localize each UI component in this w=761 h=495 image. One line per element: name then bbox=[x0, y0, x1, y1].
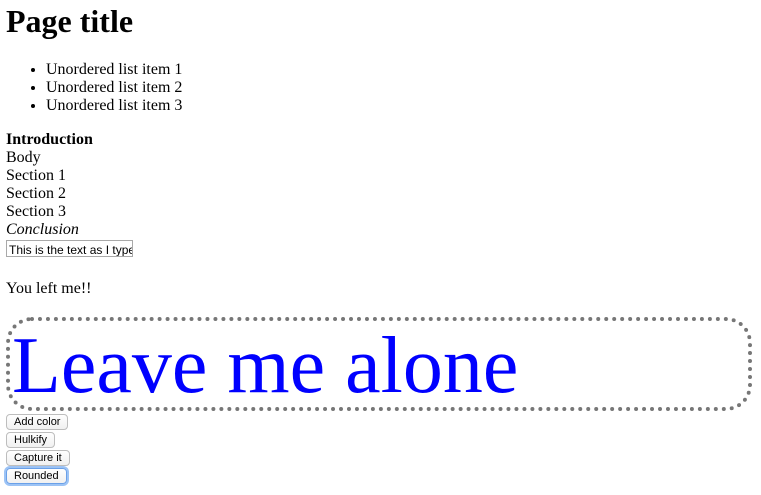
page: Page title Unordered list item 1 Unorder… bbox=[6, 0, 756, 484]
capture-it-button[interactable]: Capture it bbox=[6, 450, 70, 466]
outline-introduction: Introduction bbox=[6, 131, 93, 148]
left-message: You left me!! bbox=[6, 280, 92, 297]
leave-me-alone-box[interactable]: Leave me alone bbox=[6, 317, 752, 411]
rounded-button[interactable]: Rounded bbox=[6, 468, 67, 484]
unordered-list: Unordered list item 1 Unordered list ite… bbox=[6, 61, 756, 115]
outline: Introduction Body Section 1 Section 2 Se… bbox=[6, 131, 756, 262]
button-group: Add color Hulkify Capture it Rounded bbox=[6, 411, 70, 484]
outline-section-3: Section 3 bbox=[6, 203, 66, 220]
list-item: Unordered list item 1 bbox=[46, 61, 756, 79]
page-title: Page title bbox=[6, 3, 134, 39]
list-item: Unordered list item 3 bbox=[46, 97, 756, 115]
list-item: Unordered list item 2 bbox=[46, 79, 756, 97]
text-input[interactable]: This is the text as I type bbox=[6, 240, 133, 257]
outline-body: Body bbox=[6, 149, 41, 166]
hulkify-button[interactable]: Hulkify bbox=[6, 432, 56, 448]
add-color-button[interactable]: Add color bbox=[6, 414, 69, 430]
outline-conclusion: Conclusion bbox=[6, 221, 79, 238]
outline-section-1: Section 1 bbox=[6, 167, 66, 184]
outline-section-2: Section 2 bbox=[6, 185, 66, 202]
leave-me-alone-text: Leave me alone bbox=[12, 322, 519, 410]
